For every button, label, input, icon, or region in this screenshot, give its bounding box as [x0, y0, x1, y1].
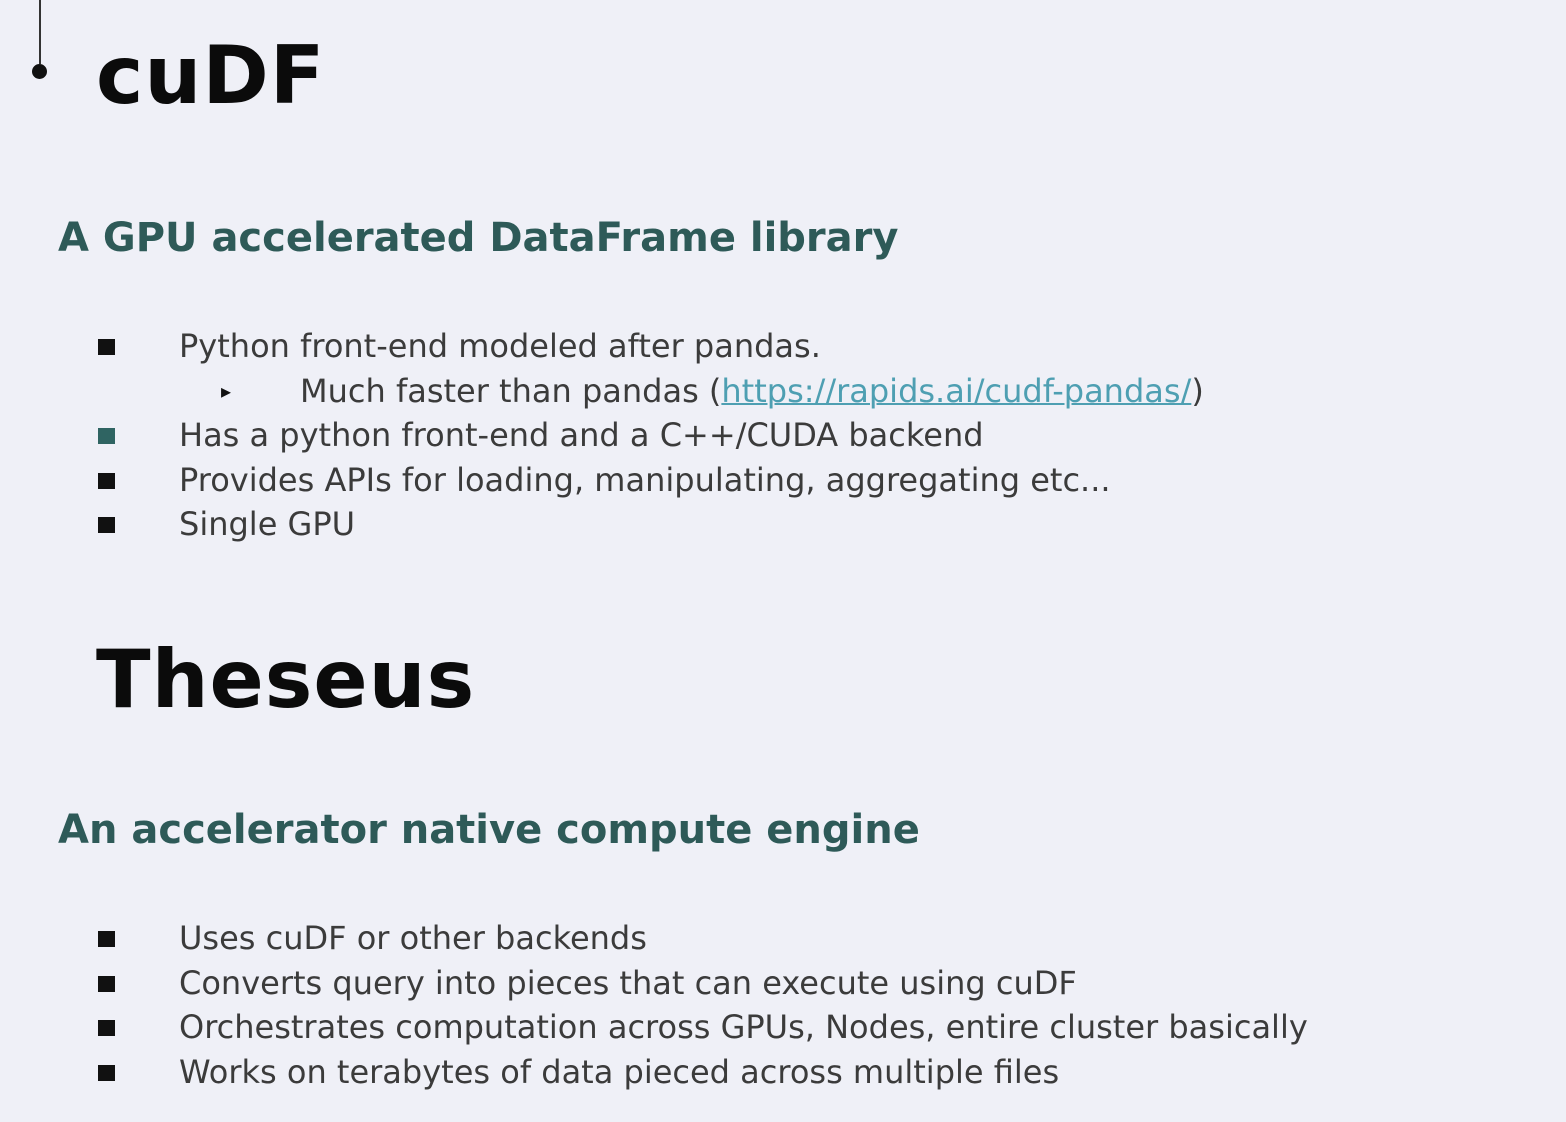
cudf-pandas-link[interactable]: https://rapids.ai/cudf-pandas/: [721, 372, 1191, 410]
cudf-subtitle: A GPU accelerated DataFrame library: [58, 215, 899, 261]
cudf-title: cuDF: [96, 29, 326, 122]
sub-item-prefix: Much faster than pandas (: [300, 371, 722, 410]
square-bullet-icon: [98, 339, 115, 355]
list-item-text: Orchestrates computation across GPUs, No…: [179, 1008, 1308, 1046]
list-item-text: Works on terabytes of data pieced across…: [179, 1052, 1060, 1091]
square-bullet-icon: [98, 428, 115, 444]
triangle-bullet-icon: ▸: [221, 378, 232, 403]
timeline-dot: [32, 64, 47, 79]
theseus-subtitle: An accelerator native compute engine: [58, 807, 920, 853]
square-bullet-icon: [98, 931, 115, 947]
list-item-text: Provides APIs for loading, manipulating,…: [179, 460, 1111, 499]
timeline-line: [39, 0, 41, 64]
list-item-text: Uses cuDF or other backends: [179, 919, 647, 957]
list-item-text: Has a python front-end and a C++/CUDA ba…: [179, 416, 984, 454]
sub-item-suffix: ): [1191, 371, 1204, 410]
sub-list-item-text: Much faster than pandas (https://rapids.…: [300, 369, 1204, 414]
theseus-title: Theseus: [96, 633, 476, 726]
list-item-text: Python front-end modeled after pandas.: [179, 327, 821, 365]
square-bullet-icon: [98, 975, 115, 992]
square-bullet-icon: [98, 472, 115, 489]
square-bullet-icon: [98, 1064, 115, 1081]
list-item-text: Single GPU: [179, 505, 356, 543]
square-bullet-icon: [98, 1020, 115, 1036]
square-bullet-icon: [98, 517, 115, 533]
list-item-text: Converts query into pieces that can exec…: [179, 963, 1077, 1002]
